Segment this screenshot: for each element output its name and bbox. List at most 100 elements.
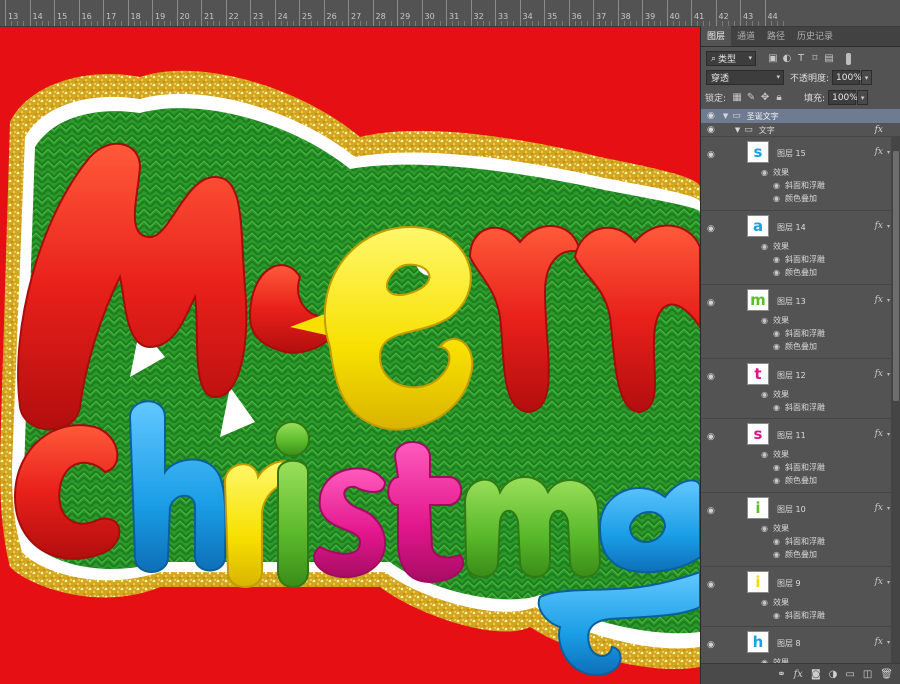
fx-icon[interactable]: fx: [875, 369, 883, 379]
new-layer-icon[interactable]: ◫: [863, 669, 872, 680]
eye-icon[interactable]: ◉: [707, 580, 715, 590]
eye-icon[interactable]: ◉: [773, 403, 780, 412]
layer-row[interactable]: ◉ i 图层 10 fx ▾ ◉ 效果 ◉ 斜面和浮雕 ◉ 颜色叠加: [701, 493, 891, 567]
effect-item[interactable]: ◉ 斜面和浮雕: [773, 610, 825, 621]
filter-toggle[interactable]: [846, 52, 851, 65]
layer-name[interactable]: 图层 15: [777, 148, 806, 159]
eye-icon[interactable]: ◉: [773, 342, 780, 351]
eye-icon[interactable]: ◉: [761, 450, 768, 459]
lock-brush-icon[interactable]: ✎: [744, 92, 758, 103]
effect-item[interactable]: ◉ 颜色叠加: [773, 341, 817, 352]
layer-name[interactable]: 图层 13: [777, 296, 806, 307]
type-filter-icon[interactable]: T: [794, 53, 808, 64]
chevron-down-icon[interactable]: ▼: [735, 126, 740, 134]
smart-object-filter-icon[interactable]: ▤: [822, 53, 836, 64]
fill-input[interactable]: 100%: [828, 90, 858, 105]
effect-item[interactable]: ◉ 斜面和浮雕: [773, 536, 825, 547]
fill-dropdown[interactable]: ▾: [857, 90, 869, 105]
chevron-down-icon[interactable]: ▾: [887, 223, 890, 230]
lock-move-icon[interactable]: ✥: [758, 92, 772, 103]
fx-icon[interactable]: fx: [875, 577, 883, 587]
effect-item[interactable]: ◉ 颜色叠加: [773, 475, 817, 486]
tab-paths[interactable]: 路径: [761, 26, 791, 46]
eye-icon[interactable]: ◉: [761, 168, 768, 177]
layer-name[interactable]: 图层 11: [777, 430, 806, 441]
folder-icon[interactable]: ▭: [845, 669, 854, 680]
trash-icon[interactable]: 🗑︎: [880, 669, 893, 680]
eye-icon[interactable]: ◉: [773, 476, 780, 485]
eye-icon[interactable]: ◉: [707, 640, 715, 650]
effects-group[interactable]: ◉ 效果: [761, 449, 789, 460]
layer-name[interactable]: 图层 8: [777, 638, 801, 649]
eye-icon[interactable]: ◉: [773, 611, 780, 620]
chevron-down-icon[interactable]: ▾: [887, 579, 890, 586]
shape-filter-icon[interactable]: ⌑: [808, 53, 822, 64]
effect-item[interactable]: ◉ 斜面和浮雕: [773, 402, 825, 413]
layer-name[interactable]: 图层 12: [777, 370, 806, 381]
effect-item[interactable]: ◉ 颜色叠加: [773, 193, 817, 204]
layer-name[interactable]: 图层 9: [777, 578, 801, 589]
chevron-down-icon[interactable]: ▾: [887, 431, 890, 438]
eye-icon[interactable]: ◉: [707, 111, 715, 121]
eye-icon[interactable]: ◉: [761, 316, 768, 325]
effect-item[interactable]: ◉ 斜面和浮雕: [773, 328, 825, 339]
eye-icon[interactable]: ◉: [707, 298, 715, 308]
tab-history[interactable]: 历史记录: [791, 26, 839, 46]
scroll-thumb[interactable]: [893, 151, 899, 401]
eye-icon[interactable]: ◉: [707, 150, 715, 160]
layer-row[interactable]: ◉ s 图层 11 fx ▾ ◉ 效果 ◉ 斜面和浮雕 ◉ 颜色叠加: [701, 419, 891, 493]
eye-icon[interactable]: ◉: [761, 598, 768, 607]
layer-row[interactable]: ◉ s 图层 15 fx ▾ ◉ 效果 ◉ 斜面和浮雕 ◉ 颜色叠加: [701, 137, 891, 211]
eye-icon[interactable]: ◉: [707, 506, 715, 516]
eye-icon[interactable]: ◉: [773, 181, 780, 190]
fx-icon[interactable]: fx: [875, 125, 883, 135]
eye-icon[interactable]: ◉: [773, 550, 780, 559]
fx-icon[interactable]: fx: [875, 429, 883, 439]
eye-icon[interactable]: ◉: [773, 329, 780, 338]
opacity-dropdown[interactable]: ▾: [861, 70, 873, 85]
eye-icon[interactable]: ◉: [761, 524, 768, 533]
eye-icon[interactable]: ◉: [707, 224, 715, 234]
filter-kind-dropdown[interactable]: ⌕ 类型 ▾: [706, 51, 756, 66]
opacity-input[interactable]: 100%: [832, 70, 862, 85]
chevron-down-icon[interactable]: ▾: [887, 149, 890, 156]
adjustment-filter-icon[interactable]: ◐: [780, 53, 794, 64]
pixel-filter-icon[interactable]: ▣: [766, 53, 780, 64]
effect-item[interactable]: ◉ 斜面和浮雕: [773, 462, 825, 473]
lock-all-icon[interactable]: 🔒︎: [772, 92, 786, 103]
layer-row[interactable]: ◉ m 图层 13 fx ▾ ◉ 效果 ◉ 斜面和浮雕 ◉ 颜色叠加: [701, 285, 891, 359]
fx-icon[interactable]: fx: [875, 503, 883, 513]
effect-item[interactable]: ◉ 颜色叠加: [773, 267, 817, 278]
layer-row[interactable]: ◉ t 图层 12 fx ▾ ◉ 效果 ◉ 斜面和浮雕: [701, 359, 891, 419]
chevron-down-icon[interactable]: ▾: [887, 371, 890, 378]
eye-icon[interactable]: ◉: [707, 432, 715, 442]
effects-group[interactable]: ◉ 效果: [761, 315, 789, 326]
tab-layers[interactable]: 图层: [701, 26, 732, 46]
effect-item[interactable]: ◉ 斜面和浮雕: [773, 180, 825, 191]
eye-icon[interactable]: ◉: [773, 255, 780, 264]
tab-channels[interactable]: 通道: [731, 26, 761, 46]
layers-scrollbar[interactable]: [891, 137, 900, 673]
fx-icon[interactable]: fx: [875, 147, 883, 157]
eye-icon[interactable]: ◉: [707, 372, 715, 382]
layer-row[interactable]: ◉ i 图层 9 fx ▾ ◉ 效果 ◉ 斜面和浮雕: [701, 567, 891, 627]
lock-transparent-icon[interactable]: ▦: [730, 92, 744, 103]
eye-icon[interactable]: ◉: [707, 125, 715, 135]
eye-icon[interactable]: ◉: [761, 390, 768, 399]
fx-icon[interactable]: fx: [875, 637, 883, 647]
effects-group[interactable]: ◉ 效果: [761, 389, 789, 400]
chevron-down-icon[interactable]: ▾: [887, 505, 890, 512]
mask-icon[interactable]: ◙: [811, 669, 821, 680]
effects-group[interactable]: ◉ 效果: [761, 597, 789, 608]
chevron-down-icon[interactable]: ▾: [887, 297, 890, 304]
eye-icon[interactable]: ◉: [773, 194, 780, 203]
effects-group[interactable]: ◉ 效果: [761, 241, 789, 252]
blend-mode-dropdown[interactable]: 穿透 ▾: [706, 70, 784, 85]
chevron-down-icon[interactable]: ▾: [887, 639, 890, 646]
link-icon[interactable]: ⚭: [777, 669, 785, 680]
layer-row[interactable]: ◉ a 图层 14 fx ▾ ◉ 效果 ◉ 斜面和浮雕 ◉ 颜色叠加: [701, 211, 891, 285]
eye-icon[interactable]: ◉: [773, 463, 780, 472]
effect-item[interactable]: ◉ 斜面和浮雕: [773, 254, 825, 265]
adjustment-icon[interactable]: ◑: [829, 669, 838, 680]
effects-group[interactable]: ◉ 效果: [761, 523, 789, 534]
